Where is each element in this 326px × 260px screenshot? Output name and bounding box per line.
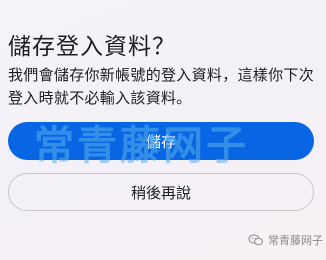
footer-watermark-badge: 常青藤网子 xyxy=(248,232,323,248)
chat-bubbles-icon xyxy=(248,232,264,248)
footer-badge-label: 常青藤网子 xyxy=(268,234,323,247)
save-login-dialog: 儲存登入資料？ 我們會儲存你新帳號的登入資料，這樣你下次登入時就不必輸入該資料。… xyxy=(0,0,326,260)
dialog-title: 儲存登入資料？ xyxy=(8,34,176,60)
dialog-description: 我們會儲存你新帳號的登入資料，這樣你下次登入時就不必輸入該資料。 xyxy=(8,66,315,107)
not-now-button[interactable]: 稍後再說 xyxy=(8,173,314,211)
save-button[interactable]: 儲存 xyxy=(8,122,314,160)
